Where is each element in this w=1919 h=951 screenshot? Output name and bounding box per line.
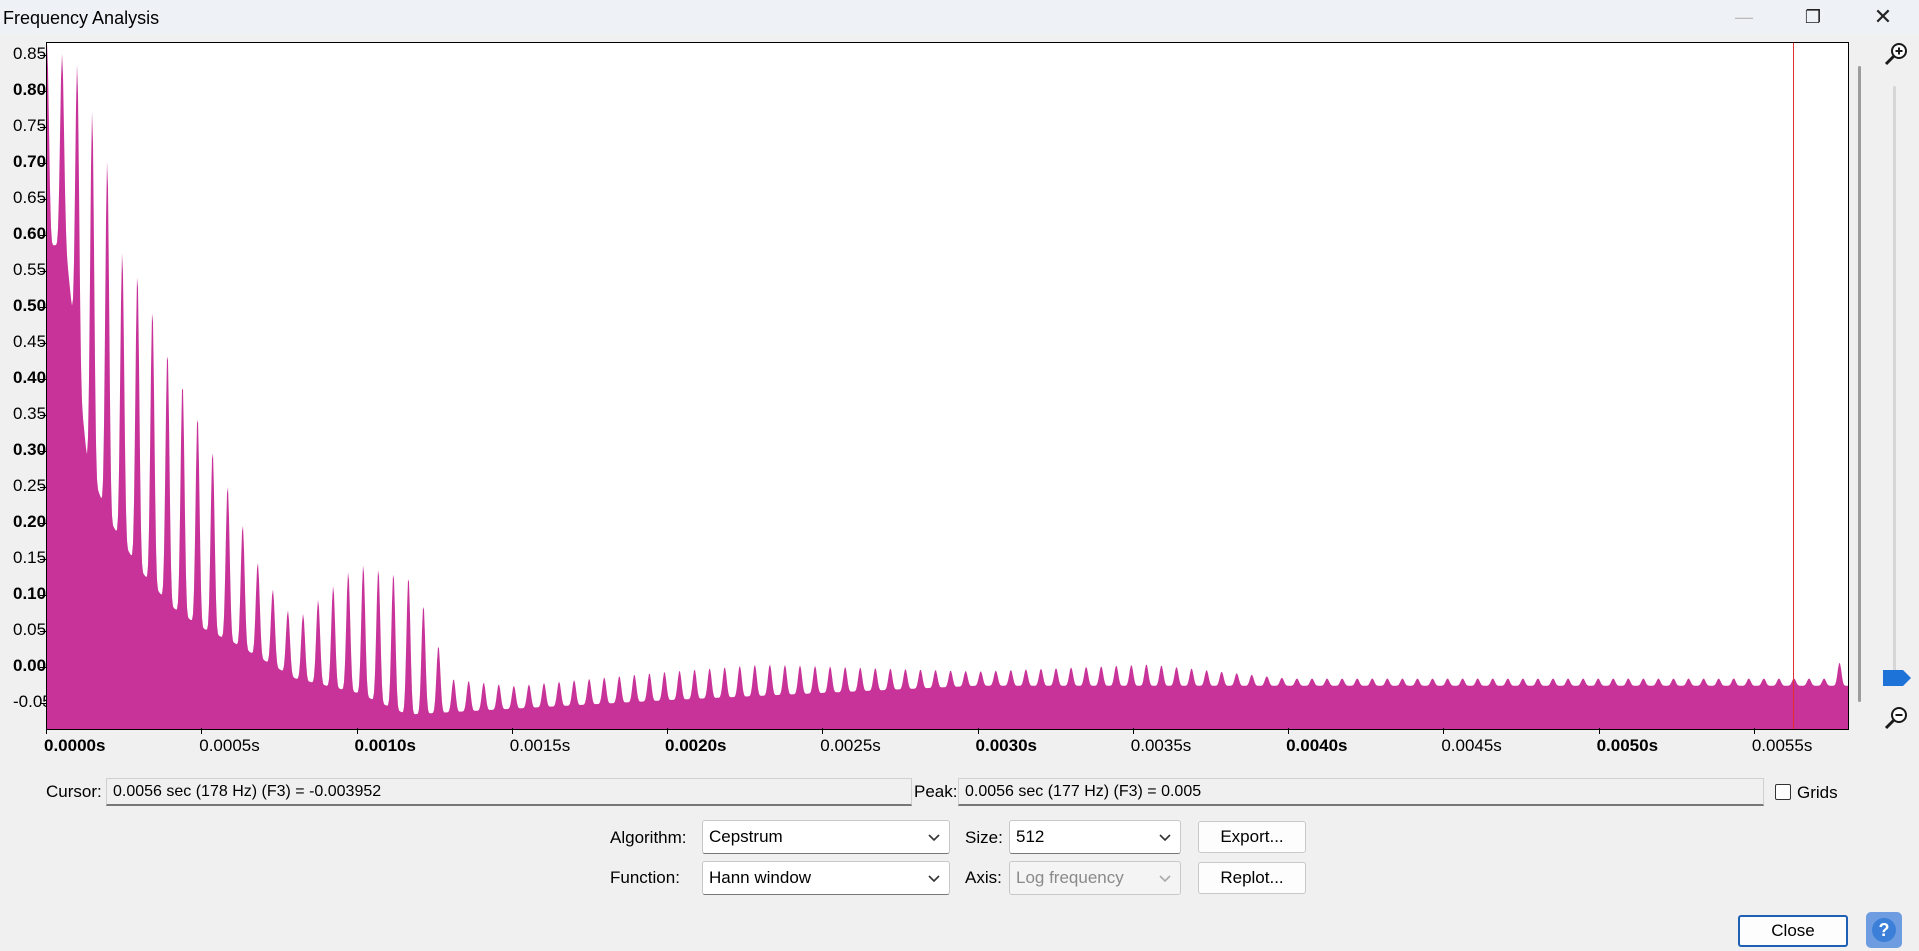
y-tick-label: 0.40 [13, 369, 46, 387]
y-tick-label: 0.10 [13, 585, 46, 603]
x-tick-mark [356, 728, 358, 734]
zoom-out-icon[interactable] [1882, 704, 1910, 732]
x-tick-label: 0.0025s [820, 736, 881, 755]
x-tick-label: 0.0010s [354, 736, 416, 755]
chevron-down-icon [1159, 875, 1171, 883]
grids-checkbox[interactable] [1775, 784, 1791, 800]
axis-value: Log frequency [1016, 868, 1124, 887]
function-label: Function: [610, 868, 680, 887]
algorithm-value: Cepstrum [709, 827, 783, 846]
chevron-down-icon [1159, 834, 1171, 842]
x-tick-mark [1753, 728, 1755, 734]
y-tick-label: 0.50 [13, 297, 46, 315]
zoom-in-icon[interactable] [1882, 40, 1910, 68]
x-tick-label: 0.0035s [1130, 736, 1192, 755]
x-tick-label: 0.0020s [665, 736, 727, 755]
y-tick-label: 0.60 [13, 225, 46, 243]
y-tick-label: 0.85 [13, 45, 46, 63]
y-tick-label: 0.80 [13, 81, 46, 99]
algorithm-select[interactable]: Cepstrum [702, 820, 950, 854]
y-tick-label: 0.30 [13, 441, 46, 459]
axis-select: Log frequency [1009, 861, 1181, 895]
function-select[interactable]: Hann window [702, 861, 950, 895]
y-tick-label: 0.35 [13, 405, 46, 423]
window-title: Frequency Analysis [3, 8, 160, 28]
x-tick-label: 0.0030s [975, 736, 1037, 755]
grids-label: Grids [1797, 783, 1838, 802]
export-button[interactable]: Export... [1198, 821, 1306, 853]
x-tick-label: 0.0005s [199, 736, 260, 755]
size-select[interactable]: 512 [1009, 820, 1181, 854]
y-tick-label: 0.15 [13, 549, 46, 567]
peak-readout: 0.0056 sec (177 Hz) (F3) = 0.005 [958, 778, 1764, 806]
y-tick-label: -0.05 [13, 693, 46, 711]
help-icon-glyph: ? [1879, 920, 1890, 940]
y-tick-label: 0.25 [13, 477, 46, 495]
cursor-readout: 0.0056 sec (178 Hz) (F3) = -0.003952 [106, 778, 912, 806]
x-tick-label: 0.0045s [1441, 736, 1502, 755]
algorithm-label: Algorithm: [610, 828, 687, 847]
cepstrum-area-chart [47, 43, 1848, 729]
x-tick-mark [1443, 728, 1445, 734]
x-tick-mark [822, 728, 824, 734]
y-tick-label: 0.55 [13, 261, 46, 279]
function-value: Hann window [709, 868, 812, 887]
cursor-label: Cursor: [46, 782, 102, 801]
close-button[interactable]: Close [1738, 915, 1848, 947]
x-tick-mark [667, 728, 669, 734]
cursor-line [1793, 43, 1794, 729]
plot-vertical-scrollbar[interactable] [1858, 66, 1861, 702]
cepstrum-area [47, 43, 1848, 729]
x-tick-mark [1598, 728, 1600, 734]
x-axis: 0.0000s 0.0005s 0.0010s 0.0015s 0.0020s 0.002… [44, 728, 1847, 758]
x-tick-label: 0.0050s [1596, 736, 1659, 755]
x-tick-mark [46, 728, 47, 734]
spectrum-plot[interactable] [46, 42, 1849, 730]
y-tick-label: 0.05 [13, 621, 46, 639]
peak-label: Peak: [914, 782, 958, 801]
minimize-button[interactable]: — [1716, 0, 1772, 34]
y-tick-label: 0.70 [13, 153, 46, 171]
help-button[interactable]: ? [1866, 912, 1902, 948]
zoom-slider-thumb[interactable] [1883, 669, 1911, 687]
chevron-down-icon [928, 834, 940, 842]
restore-button[interactable]: ❐ [1785, 0, 1841, 34]
y-tick-label: 0.45 [13, 333, 46, 351]
x-tick-label: 0.0055s [1751, 736, 1813, 755]
y-tick-label: 0.20 [13, 513, 46, 531]
close-window-button[interactable]: ✕ [1855, 0, 1911, 34]
x-tick-label: 0.0000s [44, 736, 106, 755]
x-tick-mark [1288, 728, 1290, 734]
size-label: Size: [965, 828, 1003, 847]
x-tick-label: 0.0040s [1286, 736, 1348, 755]
help-icon: ? [1872, 918, 1896, 942]
x-tick-mark [977, 728, 979, 734]
x-tick-mark [1132, 728, 1134, 734]
y-tick-label: 0.75 [13, 117, 46, 135]
size-value: 512 [1016, 827, 1045, 846]
zoom-slider-track[interactable] [1893, 86, 1896, 686]
axis-label: Axis: [965, 868, 1002, 887]
y-tick-label: 0.00 [13, 657, 46, 675]
x-tick-mark [511, 728, 513, 734]
title-bar: Frequency Analysis — ❐ ✕ [0, 0, 1919, 34]
chevron-down-icon [928, 875, 940, 883]
x-tick-label: 0.0015s [509, 736, 571, 755]
replot-button[interactable]: Replot... [1198, 862, 1306, 894]
y-tick-label: 0.65 [13, 189, 46, 207]
x-tick-mark [201, 728, 203, 734]
